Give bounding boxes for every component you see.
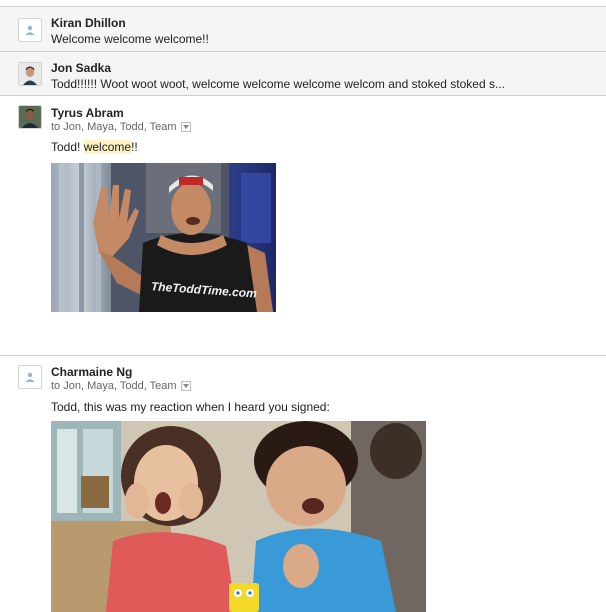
body-text-end: !! (131, 140, 138, 154)
gif-scene-kids-surprised (51, 421, 426, 612)
person-photo-icon (19, 63, 41, 85)
dropdown-caret-icon (182, 125, 189, 129)
sender-name: Kiran Dhillon (51, 16, 126, 30)
sender-name: Charmaine Ng (51, 365, 133, 379)
recipients-text: to Jon, Maya, Todd, Team (51, 380, 177, 392)
avatar[interactable] (18, 365, 42, 389)
recipients-text: to Jon, Maya, Todd, Team (51, 121, 177, 133)
default-avatar-icon (25, 372, 35, 382)
avatar[interactable] (18, 62, 42, 86)
highlighted-word: welcome (83, 140, 132, 154)
message-snippet: Todd!!!!!! Woot woot woot, welcome welco… (51, 77, 505, 91)
animated-gif-image[interactable] (51, 421, 426, 612)
message-collapsed-kiran[interactable]: Kiran Dhillon Welcome welcome welcome!! (0, 6, 606, 51)
message-body: Todd, this was my reaction when I heard … (51, 400, 330, 414)
dropdown-caret-icon (182, 384, 189, 388)
message-body: Todd! welcome!! (51, 140, 138, 154)
recipient-details-toggle[interactable] (180, 122, 191, 132)
person-photo-icon (19, 106, 41, 128)
message-collapsed-jon[interactable]: Jon Sadka Todd!!!!!! Woot woot woot, wel… (0, 51, 606, 96)
email-thread: Kiran Dhillon Welcome welcome welcome!! … (0, 0, 606, 612)
message-snippet: Welcome welcome welcome!! (51, 32, 209, 46)
sender-name: Jon Sadka (51, 61, 112, 75)
avatar[interactable] (18, 18, 42, 42)
gif-scene-man-waving: TheToddTime.com (51, 163, 276, 312)
animated-gif-image[interactable]: TheToddTime.com (51, 163, 276, 312)
body-text-start: Todd! (51, 140, 84, 154)
recipients-line: to Jon, Maya, Todd, Team (51, 380, 191, 392)
sender-name: Tyrus Abram (51, 106, 124, 120)
recipient-details-toggle[interactable] (180, 381, 191, 391)
recipients-line: to Jon, Maya, Todd, Team (51, 121, 191, 133)
message-divider (0, 355, 606, 356)
default-avatar-icon (25, 25, 35, 35)
avatar[interactable] (18, 105, 42, 129)
